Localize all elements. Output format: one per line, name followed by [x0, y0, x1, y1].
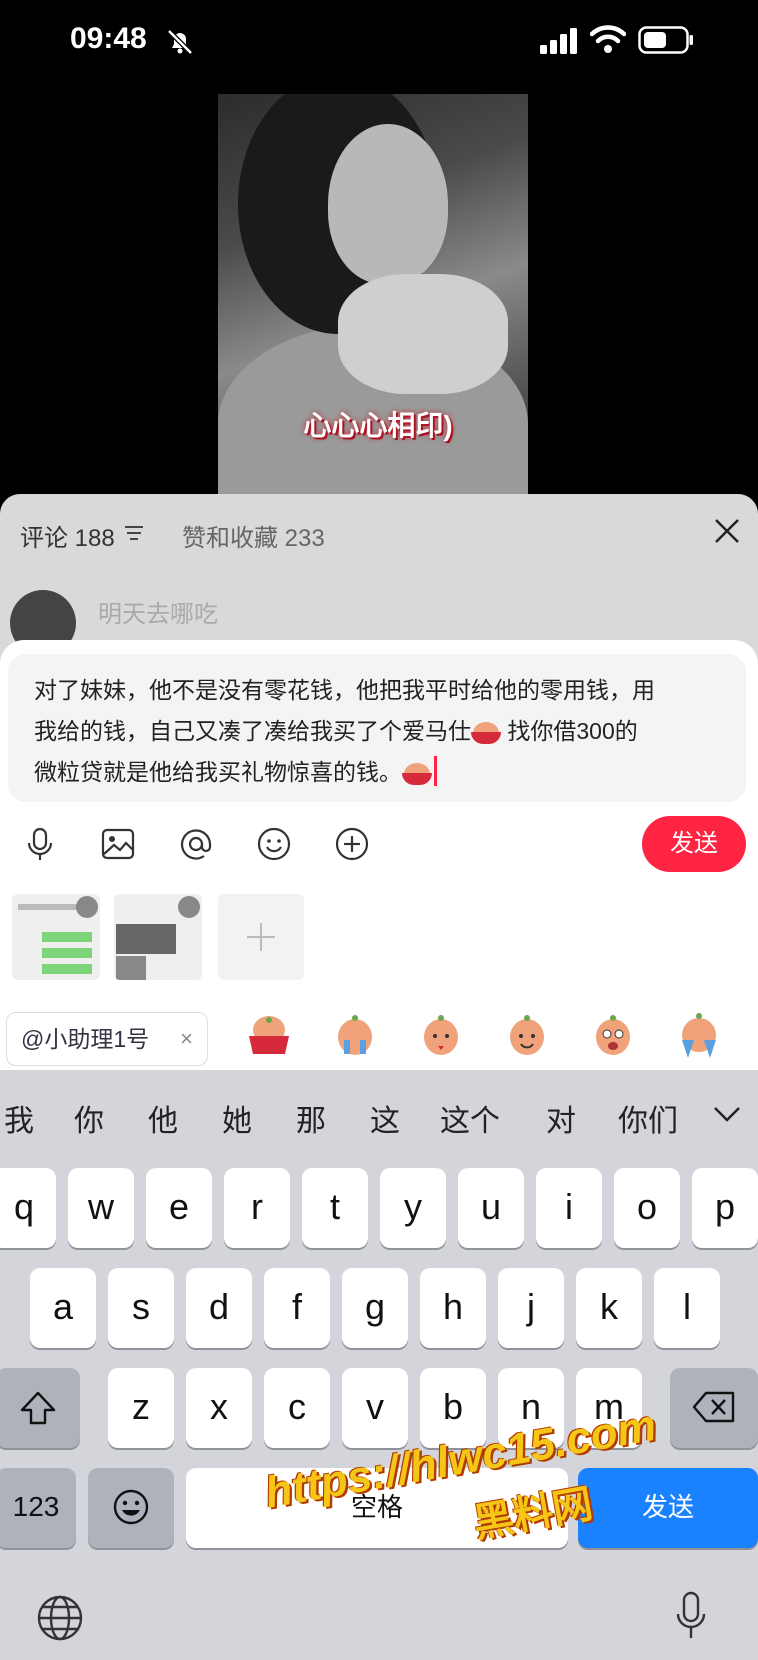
sticker-pig-pot-icon[interactable]	[244, 1010, 294, 1060]
candidate-word[interactable]: 他	[148, 1096, 178, 1140]
shift-key[interactable]	[0, 1368, 80, 1448]
chevron-down-icon[interactable]	[712, 1104, 742, 1124]
sticker-pig-heart-icon[interactable]	[416, 1010, 466, 1060]
globe-icon[interactable]	[36, 1594, 84, 1642]
battery-icon	[638, 26, 693, 54]
attachment-row	[0, 890, 758, 986]
cellular-signal-icon	[540, 28, 577, 54]
numbers-key[interactable]: 123	[0, 1468, 76, 1548]
comment-input[interactable]: 对了妹妹，他不是没有零花钱，他把我平时给他的零用钱，用 我给的钱，自己又凑了凑给…	[8, 654, 746, 802]
key-u[interactable]: u	[458, 1168, 524, 1248]
add-attachment-button[interactable]	[218, 894, 304, 980]
send-button[interactable]: 发送	[642, 816, 746, 872]
key-g[interactable]: g	[342, 1268, 408, 1348]
panel-tabs: 评论 188 赞和收藏 233	[0, 494, 758, 574]
key-e[interactable]: e	[146, 1168, 212, 1248]
status-time: 09:48	[70, 22, 147, 55]
candidate-word[interactable]: 你	[74, 1096, 104, 1140]
redbook-pig-emoji-icon	[471, 718, 501, 744]
thumb-photo-block	[116, 956, 146, 980]
close-icon[interactable]	[710, 514, 744, 548]
key-a[interactable]: a	[30, 1268, 96, 1348]
key-k[interactable]: k	[576, 1268, 642, 1348]
key-f[interactable]: f	[264, 1268, 330, 1348]
candidate-word[interactable]: 你们	[618, 1096, 678, 1140]
candidate-word[interactable]: 那	[296, 1096, 326, 1140]
key-y[interactable]: y	[380, 1168, 446, 1248]
key-i[interactable]: i	[536, 1168, 602, 1248]
key-x[interactable]: x	[186, 1368, 252, 1448]
dictation-microphone-icon[interactable]	[674, 1590, 708, 1642]
attachment-thumbnail-photo[interactable]	[114, 894, 202, 980]
composer-toolbar: 发送	[0, 812, 758, 882]
emoji-icon	[113, 1489, 149, 1525]
key-p[interactable]: p	[692, 1168, 758, 1248]
mention-chip-label: @小助理1号	[21, 1026, 150, 1052]
microphone-icon[interactable]	[22, 826, 58, 862]
key-q[interactable]: q	[0, 1168, 56, 1248]
thumb-photo-block	[116, 924, 176, 954]
comment-item-peek: 明天去哪吃	[0, 574, 758, 656]
key-z[interactable]: z	[108, 1368, 174, 1448]
candidate-word[interactable]: 对	[546, 1096, 576, 1140]
candidate-word[interactable]: 这个	[440, 1096, 500, 1140]
wifi-icon	[590, 25, 626, 53]
watermark-site-name: 黑料网	[470, 1481, 596, 1547]
sticker-pig-crying-icon[interactable]	[330, 1010, 380, 1060]
key-d[interactable]: d	[186, 1268, 252, 1348]
candidate-word[interactable]: 她	[222, 1096, 252, 1140]
candidate-bar: 我 你 他 她 那 这 这个 对 你们	[0, 1070, 758, 1166]
chip-close-icon[interactable]: ×	[180, 1013, 193, 1065]
video-figure-face	[328, 124, 448, 284]
thumb-line	[18, 904, 78, 910]
comment-text-line3: 微粒贷就是他给我买礼物惊喜的钱。	[34, 759, 402, 785]
comment-text-line2b: 找你借300的	[507, 718, 638, 744]
comment-composer: 对了妹妹，他不是没有零花钱，他把我平时给他的零用钱，用 我给的钱，自己又凑了凑给…	[0, 640, 758, 1070]
video-player[interactable]: 心心心相印)	[0, 84, 758, 494]
plus-icon	[247, 923, 275, 951]
comment-text-line2a: 我给的钱，自己又凑了凑给我买了个爱马仕	[34, 718, 471, 744]
tab-likes-collects[interactable]: 赞和收藏 233	[182, 518, 325, 553]
sort-icon[interactable]	[124, 524, 144, 542]
video-frame: 心心心相印)	[218, 94, 528, 494]
candidate-word[interactable]: 我	[4, 1096, 34, 1140]
sticker-pig-tears-icon[interactable]	[674, 1010, 724, 1060]
attachment-thumbnail-chat[interactable]	[12, 894, 100, 980]
thumb-bubble	[42, 964, 92, 974]
add-circle-icon[interactable]	[334, 826, 370, 862]
key-t[interactable]: t	[302, 1168, 368, 1248]
text-cursor	[434, 756, 437, 786]
key-l[interactable]: l	[654, 1268, 720, 1348]
image-icon[interactable]	[100, 826, 136, 862]
video-caption: 心心心相印)	[303, 410, 453, 441]
emoji-icon[interactable]	[256, 826, 292, 862]
comment-text-line1: 对了妹妹，他不是没有零花钱，他把我平时给他的零用钱，用	[34, 677, 655, 703]
sticker-pig-smile-icon[interactable]	[502, 1010, 552, 1060]
candidate-word[interactable]: 这	[370, 1096, 400, 1140]
thumb-bubble	[42, 932, 92, 942]
key-s[interactable]: s	[108, 1268, 174, 1348]
key-o[interactable]: o	[614, 1168, 680, 1248]
video-figure-hands	[338, 274, 508, 394]
mention-sticker-row: @小助理1号 ×	[0, 1006, 758, 1070]
tab-comments[interactable]: 评论 188	[20, 518, 115, 553]
shift-arrow-icon	[20, 1391, 56, 1425]
remove-attachment-icon[interactable]	[178, 896, 200, 918]
key-j[interactable]: j	[498, 1268, 564, 1348]
sticker-pig-laugh-icon[interactable]	[588, 1010, 638, 1060]
emoji-key[interactable]	[88, 1468, 174, 1548]
at-mention-icon[interactable]	[178, 826, 214, 862]
key-w[interactable]: w	[68, 1168, 134, 1248]
thumb-bubble	[42, 948, 92, 958]
key-h[interactable]: h	[420, 1268, 486, 1348]
status-bar: 09:48	[0, 0, 758, 84]
remove-attachment-icon[interactable]	[76, 896, 98, 918]
comment-text: 明天去哪吃	[98, 601, 218, 628]
key-r[interactable]: r	[224, 1168, 290, 1248]
redbook-pig-emoji-icon	[402, 759, 432, 785]
bell-off-icon	[167, 29, 193, 55]
mention-chip[interactable]: @小助理1号 ×	[6, 1012, 208, 1066]
